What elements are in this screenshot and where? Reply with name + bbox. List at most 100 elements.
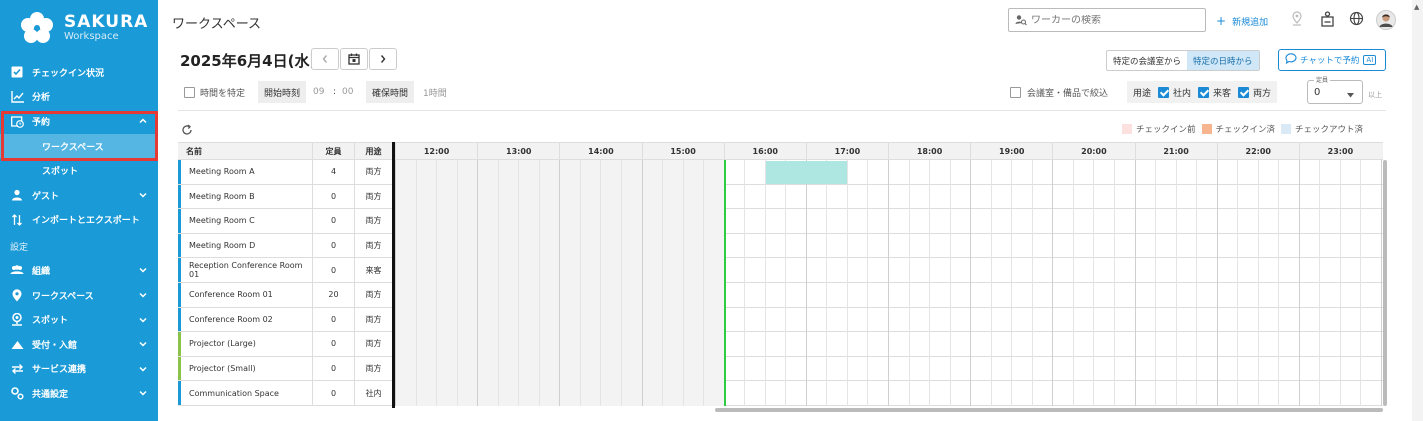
caret-down-icon [1347, 90, 1354, 101]
chevron-down-icon [138, 265, 148, 275]
legend-swatch [1201, 124, 1212, 134]
grid-line [908, 160, 910, 406]
search-input[interactable] [1031, 14, 1201, 26]
grid-line [538, 160, 540, 406]
header-usage: 用途 [354, 143, 392, 160]
mode-by-room[interactable]: 特定の会議室から [1107, 51, 1187, 70]
timeline-area[interactable] [395, 160, 1382, 406]
capacity-caption: 定員 [1314, 75, 1331, 84]
usage-filter: 用途 社内 来客 両方 [1127, 81, 1278, 103]
grid-line [1052, 160, 1054, 406]
vertical-scrollbar[interactable] [1383, 160, 1387, 406]
grid-line [1237, 160, 1239, 406]
resource-usage: 両方 [354, 307, 392, 332]
resource-usage: 両方 [354, 233, 392, 258]
current-date: 2025年6月4日(水) [180, 52, 317, 70]
resource-capacity: 0 [312, 209, 354, 233]
grid-line [826, 160, 828, 406]
mode-by-datetime[interactable]: 特定の日時から [1187, 51, 1259, 70]
grid-line [600, 160, 602, 406]
location-pin-icon [10, 288, 24, 302]
sidebar-item-guest[interactable]: ゲスト [0, 183, 158, 208]
grid-line [579, 160, 581, 406]
grid-line [1072, 160, 1074, 406]
usage-option-both[interactable]: 両方 [1238, 86, 1271, 99]
scroll-up-arrow-icon[interactable]: ▲ [1414, 3, 1419, 11]
resource-usage: 両方 [354, 184, 392, 209]
legend-checked-in: チェックイン済 [1201, 123, 1275, 135]
sidebar-item-analytics[interactable]: 分析 [0, 85, 158, 110]
prev-day-button[interactable] [311, 48, 339, 70]
reservation-block[interactable] [765, 161, 847, 184]
resource-usage: 両方 [354, 209, 392, 233]
sidebar-item-label: 共通設定 [32, 389, 69, 400]
start-hour[interactable]: 09 [313, 81, 324, 103]
sidebar-item-reservation[interactable]: 予約 [0, 109, 158, 134]
location-icon[interactable] [1291, 11, 1303, 26]
status-legend: チェックイン前 チェックイン済 チェックアウト済 [1122, 123, 1369, 135]
grid-line [641, 160, 643, 406]
grid-line [888, 160, 889, 406]
grid-line [518, 160, 520, 406]
new-add-button[interactable]: + 新規追加 [1216, 14, 1268, 28]
next-day-button[interactable] [369, 48, 397, 70]
chat-reserve-button[interactable]: チャットで予約 AI [1278, 49, 1386, 71]
sidebar-item-label: 分析 [32, 93, 51, 104]
avatar[interactable] [1376, 10, 1396, 30]
grid-line [764, 160, 766, 406]
sidebar-item-label: サービス連携 [32, 365, 87, 376]
brand-subtitle: Workspace [64, 31, 119, 42]
resource-name: Conference Room 02 [178, 307, 312, 332]
worker-search-box[interactable] [1008, 8, 1206, 32]
resource-name: Reception Conference Room 01 [178, 258, 312, 282]
globe-icon[interactable] [1349, 11, 1364, 26]
hour-header: 20:00 [1052, 143, 1134, 160]
grid-line [1155, 160, 1157, 406]
grid-line [867, 160, 869, 406]
chat-reserve-label: チャットで予約 [1300, 56, 1360, 66]
brand[interactable]: SAKURA Workspace [0, 0, 158, 56]
narrow-by-room-checkbox[interactable]: 会議室・備品で絞込 [1010, 86, 1108, 99]
time-specify-checkbox[interactable]: 時間を特定 [184, 86, 245, 99]
sidebar-item-organization[interactable]: 組織 [0, 258, 158, 283]
grid-line [805, 160, 807, 406]
group-icon [10, 263, 24, 277]
sakura-logo-icon [20, 11, 54, 45]
start-minute[interactable]: 00 [342, 81, 353, 103]
grid-line [1196, 160, 1198, 406]
timeline-header: 名前 定員 用途 12:00 13:00 14:00 15:00 16:00 17:00 1… [178, 142, 1383, 160]
grid-line [744, 160, 746, 406]
grid-line [929, 160, 931, 406]
user-badge-icon[interactable] [1321, 11, 1334, 27]
sidebar-subitem-workspace[interactable]: ワークスペース [0, 133, 158, 159]
resource-capacity: 0 [312, 356, 354, 381]
resource-name: Projector (Large) [178, 332, 312, 356]
capacity-select[interactable]: 定員 0 [1307, 75, 1363, 104]
calendar-button[interactable] [340, 48, 368, 70]
chevron-down-icon [138, 364, 148, 374]
sidebar-subitem-spot[interactable]: スポット [0, 158, 158, 183]
sidebar-item-label: 予約 [32, 117, 51, 128]
grid-line [1175, 160, 1177, 406]
sidebar-item-service-integration[interactable]: サービス連携 [0, 357, 158, 382]
sidebar-item-reception[interactable]: 受付・入館 [0, 332, 158, 357]
usage-option-visitor[interactable]: 来客 [1198, 86, 1231, 99]
resource-usage: 来客 [354, 258, 392, 282]
sidebar-item-label: インポートとエクスポート [32, 216, 140, 227]
header-capacity: 定員 [312, 143, 354, 160]
sidebar-item-spot-settings[interactable]: スポット [0, 307, 158, 332]
sidebar-item-common-settings[interactable]: 共通設定 [0, 381, 158, 406]
chat-bubble-icon [1285, 53, 1297, 67]
refresh-icon[interactable] [181, 121, 193, 140]
page-scrollbar[interactable]: ▲ [1412, 0, 1423, 421]
checkbox-checked-icon [1158, 86, 1170, 98]
sidebar-item-checkin-status[interactable]: チェックイン状況 [0, 60, 158, 85]
usage-option-internal[interactable]: 社内 [1158, 86, 1191, 99]
resource-capacity: 4 [312, 160, 354, 184]
grid-line [785, 160, 787, 406]
reception-icon [10, 337, 24, 351]
sidebar-item-import-export[interactable]: インポートとエクスポート [0, 208, 158, 233]
sidebar-item-workspace-settings[interactable]: ワークスペース [0, 283, 158, 308]
duration-value[interactable]: 1時間 [423, 81, 447, 103]
horizontal-scrollbar[interactable] [715, 408, 1383, 412]
